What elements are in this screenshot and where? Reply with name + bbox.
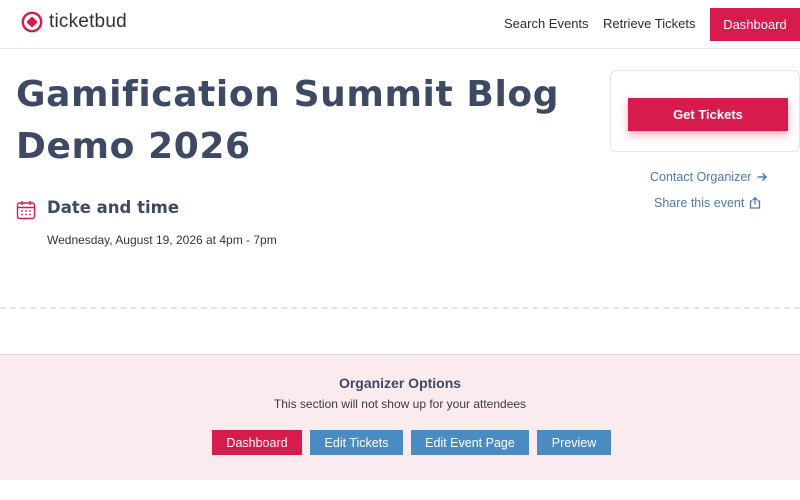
nav-search-events-link[interactable]: Search Events (504, 16, 589, 31)
organizer-dashboard-button[interactable]: Dashboard (212, 430, 302, 455)
nav-retrieve-tickets-link[interactable]: Retrieve Tickets (603, 16, 695, 31)
page-bottom-strip (0, 480, 800, 500)
brand-name: ticketbud (49, 11, 127, 32)
share-event-link[interactable]: Share this event (654, 196, 761, 210)
brand-logo-link[interactable]: ticketbud (21, 11, 127, 33)
nav-dashboard-button[interactable]: Dashboard (710, 8, 800, 41)
contact-organizer-link[interactable]: Contact Organizer (650, 170, 768, 184)
section-divider (0, 307, 800, 309)
event-title: Gamification Summit Blog Demo 2026 (16, 74, 560, 167)
organizer-options-panel (0, 354, 800, 480)
contact-organizer-label: Contact Organizer (650, 170, 752, 184)
organizer-options-subtitle: This section will not show up for your a… (273, 397, 527, 411)
date-time-heading: Date and time (47, 198, 180, 217)
arrow-right-icon (757, 172, 768, 182)
preview-button[interactable]: Preview (537, 430, 611, 455)
share-event-label: Share this event (654, 196, 745, 210)
edit-event-page-button[interactable]: Edit Event Page (411, 430, 529, 455)
get-tickets-button[interactable]: Get Tickets (628, 98, 788, 131)
edit-tickets-button[interactable]: Edit Tickets (310, 430, 403, 455)
share-icon (750, 197, 761, 209)
organizer-options-title: Organizer Options (338, 375, 462, 391)
top-nav-bar: ticketbud Search Events Retrieve Tickets… (0, 0, 800, 49)
date-time-value: Wednesday, August 19, 2026 at 4pm - 7pm (47, 233, 277, 247)
ticketbud-logo-icon (21, 11, 43, 33)
calendar-icon (16, 201, 36, 220)
